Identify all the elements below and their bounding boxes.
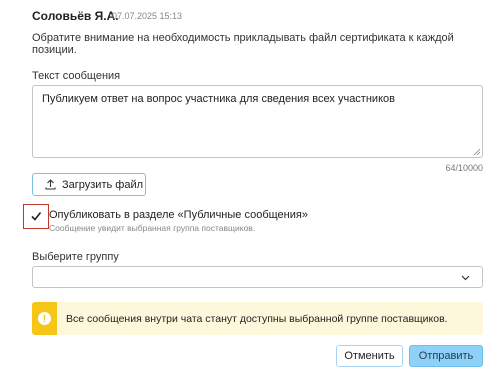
group-select[interactable] bbox=[32, 266, 483, 288]
publish-checkbox[interactable] bbox=[23, 204, 49, 229]
resize-grip-icon[interactable] bbox=[473, 148, 480, 155]
chevron-down-icon bbox=[461, 275, 470, 281]
publish-checkbox-label[interactable]: Опубликовать в разделе «Публичные сообще… bbox=[49, 209, 308, 221]
upload-file-button[interactable]: Загрузить файл bbox=[32, 173, 146, 196]
message-author: Соловьёв Я.А. bbox=[32, 9, 119, 23]
check-icon bbox=[31, 212, 42, 221]
cancel-button[interactable]: Отменить bbox=[336, 345, 403, 367]
upload-file-label: Загрузить файл bbox=[62, 178, 144, 191]
character-counter: 64/10000 bbox=[445, 163, 483, 173]
upload-icon bbox=[45, 179, 56, 190]
message-timestamp: 07.07.2025 15:13 bbox=[112, 11, 183, 21]
exclamation-icon bbox=[38, 312, 51, 325]
publish-checkbox-hint: Сообщение увидит выбранная группа постав… bbox=[49, 223, 256, 233]
alert-strip bbox=[32, 302, 57, 335]
message-text-label: Текст сообщения bbox=[32, 70, 121, 82]
message-notice: Обратите внимание на необходимость прикл… bbox=[32, 32, 454, 56]
send-button[interactable]: Отправить bbox=[409, 345, 483, 367]
alert-text: Все сообщения внутри чата станут доступн… bbox=[66, 313, 448, 325]
message-textarea[interactable]: Публикуем ответ на вопрос участника для … bbox=[32, 85, 483, 158]
visibility-alert: Все сообщения внутри чата станут доступн… bbox=[32, 302, 483, 335]
group-select-label: Выберите группу bbox=[32, 251, 119, 263]
message-textarea-value: Публикуем ответ на вопрос участника для … bbox=[42, 93, 395, 105]
